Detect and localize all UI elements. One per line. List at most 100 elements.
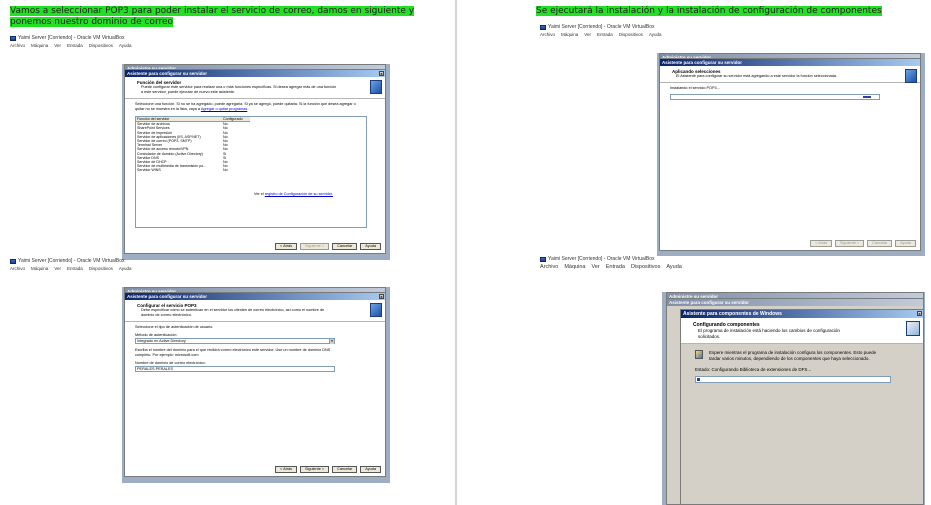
right-document-page: Se ejecutará la instalación y la instala… xyxy=(480,0,928,505)
role-intro-text: Seleccione una función. Si no se ha agre… xyxy=(135,102,356,111)
menu-ayuda[interactable]: Ayuda xyxy=(649,31,662,38)
vm-screenshot-components: Yaimi Server [Corriendo] - Oracle VM Vir… xyxy=(540,256,925,505)
chevron-down-icon[interactable]: ▼ xyxy=(329,339,334,344)
install-status-text: Instalando el servicio POP3... xyxy=(670,86,720,90)
wizard-header: Configurar el servicio POP3 Debe especif… xyxy=(125,300,385,322)
menu-ayuda[interactable]: Ayuda xyxy=(119,265,132,272)
menu-ver[interactable]: Ver xyxy=(54,42,61,49)
next-button[interactable]: Siguiente > xyxy=(299,243,330,250)
wizard-buttons: < Atrás Siguiente > Cancelar Ayuda xyxy=(275,466,381,473)
menu-maquina[interactable]: Máquina xyxy=(31,265,48,272)
vm-screenshot-applying: Yaimi Server [Corriendo] - Oracle VM Vir… xyxy=(540,24,925,256)
wizard-header: Función del servidor Puede configurar es… xyxy=(125,77,385,99)
back-button[interactable]: < Atrás xyxy=(275,466,297,473)
menu-dispositivos[interactable]: Dispositivos xyxy=(619,31,643,38)
vm-screenshot-pop3-config: Yaimi Server [Corriendo] - Oracle VM Vir… xyxy=(10,258,390,483)
components-wizard-icon xyxy=(906,321,920,336)
vm-screenshot-server-role: Yaimi Server [Corriendo] - Oracle VM Vir… xyxy=(10,35,390,260)
wizard-header-subtitle: El programa de instalación está haciendo… xyxy=(698,328,840,339)
wizard-titlebar: Asistente para configurar su servidor x xyxy=(125,70,385,77)
menu-archivo[interactable]: Archivo xyxy=(540,31,555,38)
server-role-list[interactable]: Función del servidor Configurado Servido… xyxy=(135,116,367,228)
guest-desktop: Administre su servidor Asistente para co… xyxy=(122,287,390,483)
column-configured[interactable]: Configurado xyxy=(223,117,243,121)
menu-entrada[interactable]: Entrada xyxy=(597,31,613,38)
install-progress-bar xyxy=(670,94,880,100)
right-page-heading: Se ejecutará la instalación y la instala… xyxy=(536,6,882,16)
virtualbox-icon xyxy=(10,259,16,264)
wizard-header: Aplicando selecciones El Asistente para … xyxy=(660,66,920,83)
virtualbox-icon xyxy=(10,36,16,41)
guest-desktop: Administre su servidor Asistente para co… xyxy=(122,64,390,260)
guest-screen: Administre su servidor Asistente para co… xyxy=(540,274,925,505)
menu-archivo[interactable]: Archivo xyxy=(540,263,558,272)
server-wizard-window: Asistente para configurar su servidor x … xyxy=(124,69,386,254)
guest-screen: Administre su servidor Asistente para co… xyxy=(10,274,390,483)
help-button[interactable]: Ayuda xyxy=(360,243,381,250)
wizard-body: Seleccione el tipo de autenticación de u… xyxy=(125,322,385,375)
cancel-button[interactable]: Cancelar xyxy=(867,240,893,247)
menu-dispositivos[interactable]: Dispositivos xyxy=(631,263,660,272)
menu-maquina[interactable]: Máquina xyxy=(561,31,578,38)
close-button[interactable]: x xyxy=(379,294,384,299)
next-button[interactable]: Siguiente > xyxy=(834,240,865,247)
menu-ver[interactable]: Ver xyxy=(584,31,591,38)
components-progress-bar xyxy=(695,375,891,383)
cancel-button[interactable]: Cancelar xyxy=(332,243,358,250)
list-item[interactable]: Servidor WINS No xyxy=(136,168,250,172)
components-wizard-titlebar: Asistente para componentes de Windows x xyxy=(681,310,923,318)
wizard-body: Espere mientras el programa de instalaci… xyxy=(681,344,923,389)
auth-method-select[interactable]: Integrado en Active Directory ▼ xyxy=(135,338,335,344)
progress-marquee-segment xyxy=(863,96,871,98)
install-status-text: Estado: Configurando Biblioteca de exten… xyxy=(695,367,812,372)
menu-maquina[interactable]: Máquina xyxy=(31,42,48,49)
wizard-titlebar: Asistente para configurar su servidor x xyxy=(125,293,385,300)
wizard-server-icon xyxy=(370,303,382,317)
role-table: Función del servidor Configurado Servido… xyxy=(136,117,250,173)
left-document-page: Vamos a seleccionar POP3 para poder inst… xyxy=(0,0,448,505)
close-button[interactable]: x xyxy=(917,311,922,316)
config-log-link[interactable]: registro de Configuración de su servidor… xyxy=(265,192,333,196)
menu-entrada[interactable]: Entrada xyxy=(67,265,83,272)
menu-entrada[interactable]: Entrada xyxy=(67,42,83,49)
wizard-header-subtitle: El Asistente para configurar su servidor… xyxy=(676,74,838,78)
menu-ayuda[interactable]: Ayuda xyxy=(119,42,132,49)
wizard-header: Configurando componentes El programa de … xyxy=(681,318,923,344)
close-button[interactable]: x xyxy=(379,71,384,76)
wizard-buttons: < Atrás Siguiente > Cancelar Ayuda xyxy=(810,240,916,247)
cancel-button[interactable]: Cancelar xyxy=(332,466,358,473)
virtualbox-icon xyxy=(540,25,546,30)
wizard-body: Instalando el servicio POP3... xyxy=(660,83,920,103)
left-page-heading: Vamos a seleccionar POP3 para poder inst… xyxy=(10,6,415,27)
virtualbox-titlebar: Yaimi Server [Corriendo] - Oracle VM Vir… xyxy=(10,35,390,42)
help-button[interactable]: Ayuda xyxy=(360,466,381,473)
virtualbox-titlebar: Yaimi Server [Corriendo] - Oracle VM Vir… xyxy=(540,256,925,263)
wizard-titlebar: Asistente para configurar su servidor xyxy=(660,59,920,66)
menu-archivo[interactable]: Archivo xyxy=(10,265,25,272)
wizard-server-icon xyxy=(370,80,382,94)
auth-prompt: Seleccione el tipo de autenticación de u… xyxy=(135,325,214,329)
virtualbox-menubar: Archivo Máquina Ver Entrada Dispositivos… xyxy=(540,263,925,272)
virtualbox-menubar: Archivo Máquina Ver Entrada Dispositivos… xyxy=(10,265,390,272)
next-button[interactable]: Siguiente > xyxy=(299,466,330,473)
menu-ver[interactable]: Ver xyxy=(591,263,599,272)
virtualbox-menubar: Archivo Máquina Ver Entrada Dispositivos… xyxy=(540,31,925,38)
guest-screen: Administre su servidor Asistente para co… xyxy=(10,51,390,260)
menu-ver[interactable]: Ver xyxy=(54,265,61,272)
menu-dispositivos[interactable]: Dispositivos xyxy=(89,265,113,272)
menu-ayuda[interactable]: Ayuda xyxy=(666,263,682,272)
menu-archivo[interactable]: Archivo xyxy=(10,42,25,49)
menu-entrada[interactable]: Entrada xyxy=(606,263,625,272)
domain-field[interactable]: PERALES.PERALES xyxy=(135,366,335,372)
column-role[interactable]: Función del servidor xyxy=(137,117,223,121)
wizard-buttons: < Atrás Siguiente > Cancelar Ayuda xyxy=(275,243,381,250)
add-remove-programs-link[interactable]: Agregar o quitar programas xyxy=(201,107,247,111)
back-button[interactable]: < Atrás xyxy=(810,240,832,247)
windows-components-wizard: Asistente para componentes de Windows x … xyxy=(680,309,924,505)
wait-message: Espere mientras el programa de instalaci… xyxy=(695,350,909,361)
menu-maquina[interactable]: Máquina xyxy=(564,263,585,272)
help-button[interactable]: Ayuda xyxy=(895,240,916,247)
back-button[interactable]: < Atrás xyxy=(275,243,297,250)
menu-dispositivos[interactable]: Dispositivos xyxy=(89,42,113,49)
setup-icon xyxy=(695,350,703,359)
